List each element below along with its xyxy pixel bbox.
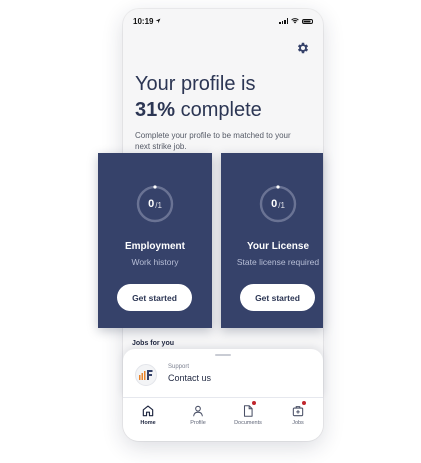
card-subtitle: Work history <box>131 257 179 267</box>
contact-us-link[interactable]: Contact us <box>168 373 211 383</box>
status-time: 10:19 <box>133 16 154 26</box>
notification-badge <box>302 401 306 405</box>
jobs-for-you-heading: Jobs for you <box>132 340 175 347</box>
gear-icon[interactable] <box>296 41 310 55</box>
progress-done: 0 <box>148 198 155 210</box>
medical-bag-icon <box>292 406 304 417</box>
home-icon <box>142 405 154 417</box>
notification-badge <box>252 401 256 405</box>
card-subtitle: State license required <box>236 257 320 267</box>
status-indicators <box>279 18 313 24</box>
support-label: Support <box>168 364 190 370</box>
contact-support-row[interactable]: Support Contact us <box>135 363 315 389</box>
progress-total: /1 <box>155 200 162 210</box>
profile-subtitle: Complete your profile to be matched to y… <box>135 131 291 151</box>
tab-label: Jobs <box>292 420 304 426</box>
app-screenshot: 10:19 Your profile is 31% complete Compl… <box>0 0 421 463</box>
bottom-tab-bar: Home Profile Documents Jobs <box>123 397 323 441</box>
get-started-button[interactable]: Get started <box>240 284 315 311</box>
progress-total: /1 <box>278 200 285 210</box>
progress-done: 0 <box>271 198 278 210</box>
employment-card-content: 0/1 Employment Work history Get started <box>98 153 212 328</box>
sheet-drag-handle[interactable] <box>215 354 231 356</box>
person-icon <box>193 405 203 417</box>
tab-label: Profile <box>190 420 206 426</box>
tab-label: Home <box>140 420 156 426</box>
tab-label: Documents <box>234 420 262 426</box>
profile-completion-headline: Your profile is 31% complete <box>135 71 320 123</box>
support-bottom-sheet: Support Contact us <box>123 349 323 397</box>
cellular-signal-icon <box>279 18 288 24</box>
status-bar: 10:19 <box>123 9 323 33</box>
wifi-icon <box>291 18 299 24</box>
tab-jobs[interactable]: Jobs <box>273 398 323 441</box>
progress-count: 0/1 <box>135 184 175 224</box>
employment-card[interactable]: 0/1 Employment Work history Get started <box>98 153 212 328</box>
card-title: Employment <box>124 241 185 252</box>
license-card-content: 0/1 Your License State license required … <box>221 153 323 328</box>
logo-mark <box>139 370 153 380</box>
completion-percent: 31% <box>135 99 176 121</box>
location-arrow-icon <box>156 18 161 24</box>
card-title: Your License <box>246 241 310 252</box>
headline-line-2: 31% complete <box>135 97 320 123</box>
company-logo <box>135 364 157 386</box>
get-started-button[interactable]: Get started <box>117 284 192 311</box>
tab-home[interactable]: Home <box>123 398 173 441</box>
license-card[interactable]: 0/1 Your License State license required … <box>221 153 323 328</box>
tab-profile[interactable]: Profile <box>173 398 223 441</box>
document-icon <box>243 405 253 417</box>
status-time-group: 10:19 <box>133 17 161 26</box>
completion-suffix: complete <box>180 99 262 121</box>
headline-line-1: Your profile is <box>135 73 256 95</box>
battery-icon <box>302 18 313 24</box>
tab-documents[interactable]: Documents <box>223 398 273 441</box>
progress-count: 0/1 <box>258 184 298 224</box>
